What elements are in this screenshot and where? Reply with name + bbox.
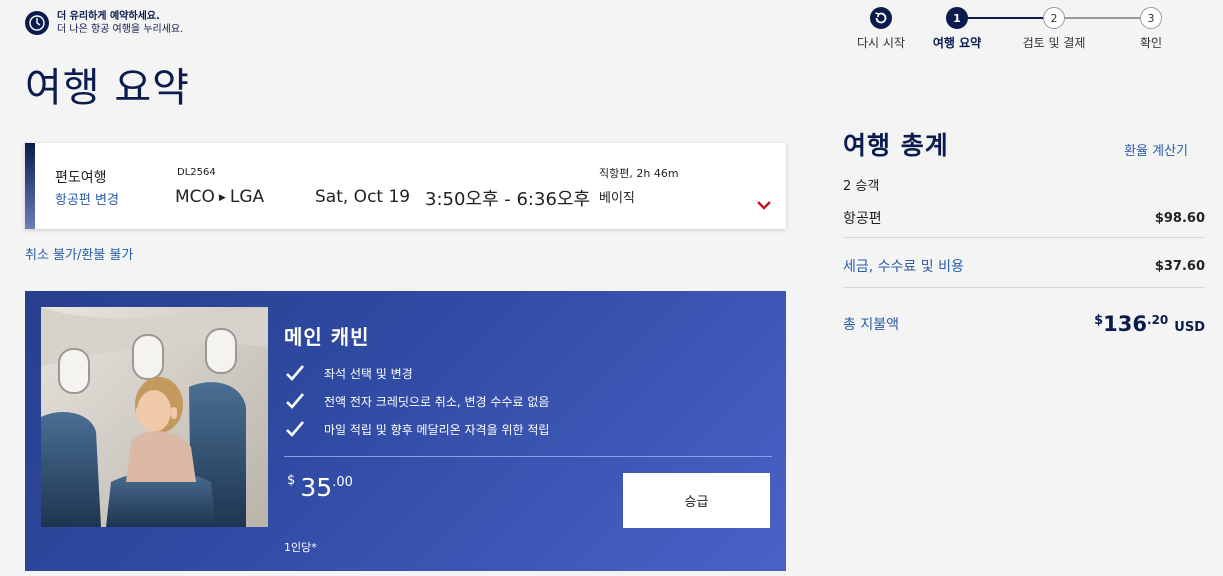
chevron-down-icon[interactable] <box>756 196 772 210</box>
flight-date: Sat, Oct 19 <box>315 187 411 207</box>
step-3-label: 확인 <box>1139 36 1163 50</box>
fare-class: 베이직 <box>599 191 635 206</box>
summary-title: 여행 총계 <box>843 131 949 160</box>
flight-card: 편도여행 항공편 변경 DL2564 MCO ▶ LGA Sat, Oct 19 3… <box>25 143 786 229</box>
total-whole: 136 <box>1103 312 1148 336</box>
step-2-label: 검토 및 결제 <box>1022 36 1086 50</box>
price-cents: .00 <box>332 475 353 490</box>
feature-text: 마일 적립 및 향후 메달리온 자격을 위한 적립 <box>324 422 550 437</box>
checkmark-icon <box>286 421 304 437</box>
total-cents: .20 <box>1147 313 1169 327</box>
cabin-title: 메인 캐빈 <box>284 325 370 349</box>
step-connector <box>1058 17 1148 19</box>
summary-divider <box>843 237 1205 238</box>
change-flight-link[interactable]: 항공편 변경 <box>55 189 119 208</box>
step-1-circle: 1 <box>946 7 968 29</box>
flight-card-accent-bar <box>25 143 35 229</box>
taxes-label[interactable]: 세금, 수수료 및 비용 <box>843 256 964 276</box>
summary-divider <box>843 287 1205 288</box>
total-row: 총 지불액 $136.20 USD <box>843 312 1205 336</box>
restart-label[interactable]: 다시 시작 <box>857 34 905 51</box>
flight-fare-row: 항공편 $98.60 <box>843 208 1205 228</box>
origin-code: MCO <box>175 187 215 207</box>
feature-item: 전액 전자 크레딧으로 취소, 변경 수수료 없음 <box>284 391 549 411</box>
page-title: 여행 요약 <box>25 65 190 111</box>
per-person-note: 1인당* <box>284 541 317 554</box>
upsell-divider <box>284 456 772 457</box>
checkmark-icon <box>286 365 304 381</box>
step-2-circle: 2 <box>1043 7 1065 29</box>
total-currency: $ <box>1094 313 1104 328</box>
promo-text: 더 유리하게 예약하세요. 더 나은 항공 여행을 누리세요. <box>57 10 183 36</box>
price-whole: 35 <box>300 473 333 502</box>
upsell-panel: 메인 캐빈 좌석 선택 및 변경 전액 전자 크레딧으로 취소, 변경 수수료 … <box>25 291 786 571</box>
feature-text: 좌석 선택 및 변경 <box>324 366 413 381</box>
flight-fare-label: 항공편 <box>843 211 882 227</box>
taxes-value: $37.60 <box>1154 258 1205 274</box>
flight-time: 3:50오후 - 6:36오후 <box>425 189 591 210</box>
upgrade-button[interactable]: 승급 <box>623 473 770 528</box>
refund-note: 취소 불가/환불 불가 <box>25 248 134 263</box>
promo-line-2: 더 나은 항공 여행을 누리세요. <box>57 24 184 35</box>
step-3-circle: 3 <box>1140 7 1162 29</box>
route: MCO ▶ LGA <box>175 187 264 207</box>
checkmark-icon <box>286 393 304 409</box>
feature-item: 마일 적립 및 향후 메달리온 자격을 위한 적립 <box>284 419 549 439</box>
currency-calculator-link[interactable]: 환율 계산기 <box>1124 140 1188 159</box>
upgrade-price: $ 35.00 <box>287 473 353 502</box>
total-amount: $136.20 USD <box>1094 312 1205 336</box>
flight-number: DL2564 <box>177 167 216 178</box>
taxes-row[interactable]: 세금, 수수료 및 비용 $37.60 <box>843 256 1205 276</box>
feature-text: 전액 전자 크레딧으로 취소, 변경 수수료 없음 <box>324 394 550 409</box>
cabin-photo <box>41 307 268 527</box>
flight-fare-value: $98.60 <box>1154 210 1205 226</box>
promo-banner: 더 유리하게 예약하세요. 더 나은 항공 여행을 누리세요. <box>25 10 183 36</box>
price-currency: $ <box>287 473 296 488</box>
total-label: 총 지불액 <box>843 317 899 333</box>
restart-icon[interactable] <box>870 7 892 29</box>
passenger-count: 2 승객 <box>843 179 880 194</box>
destination-code: LGA <box>229 187 265 207</box>
nonstop-duration: 직항편, 2h 46m <box>599 167 679 180</box>
promo-line-1: 더 유리하게 예약하세요. <box>57 11 160 22</box>
total-currency-code: USD <box>1174 320 1205 335</box>
feature-item: 좌석 선택 및 변경 <box>284 363 413 383</box>
clock-badge-icon <box>25 11 49 35</box>
step-1-label: 여행 요약 <box>932 36 982 50</box>
progress-stepper: 다시 시작 1 여행 요약 2 검토 및 결제 3 확인 <box>848 6 1178 56</box>
trip-type: 편도여행 <box>55 170 107 186</box>
route-arrow-icon: ▶ <box>218 193 226 203</box>
